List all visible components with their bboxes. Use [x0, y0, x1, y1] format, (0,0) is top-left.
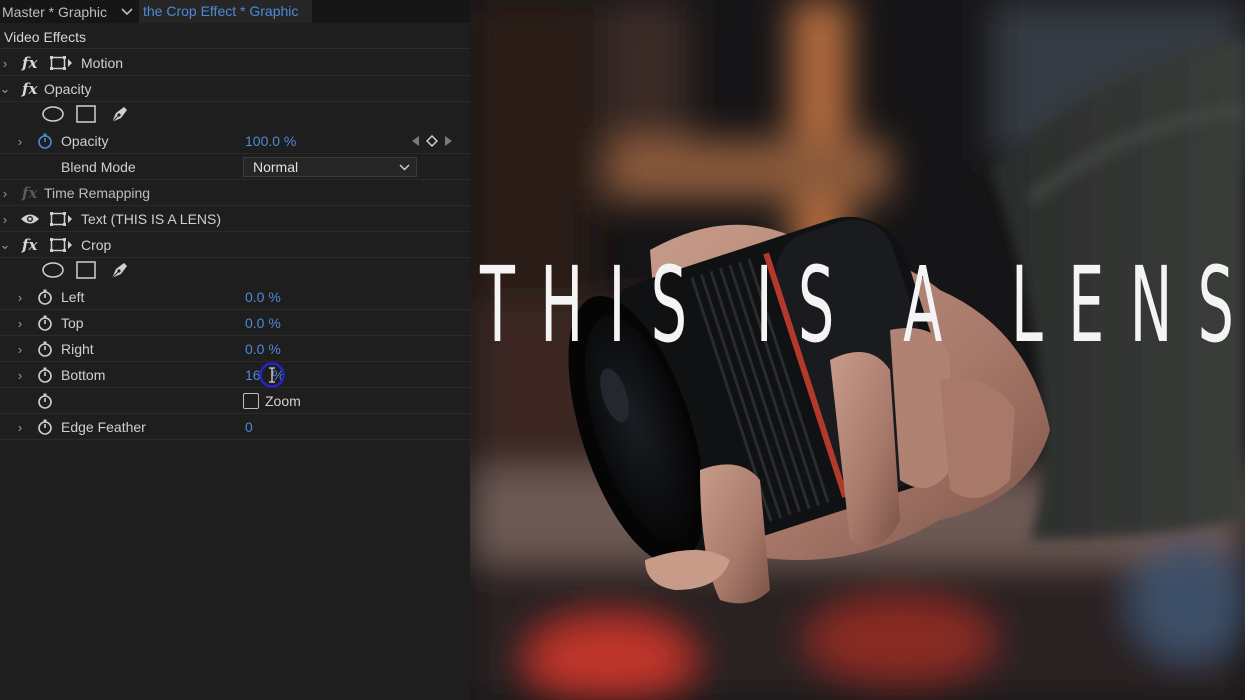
effect-label-crop: Crop: [81, 237, 112, 253]
zoom-checkbox-wrapper: [243, 388, 259, 414]
chevron-right-icon[interactable]: ›: [0, 206, 10, 232]
fx-icon[interactable]: fx: [22, 180, 37, 206]
blend-mode-value: Normal: [253, 159, 299, 175]
chevron-right-icon[interactable]: ›: [15, 128, 25, 154]
transform-icon[interactable]: [49, 50, 73, 76]
eye-icon[interactable]: [20, 206, 40, 232]
mask-tools-opacity: [0, 101, 470, 127]
property-label-right: Right: [61, 341, 94, 357]
property-label-edge-feather: Edge Feather: [61, 419, 146, 435]
fx-icon[interactable]: fx: [22, 76, 37, 102]
transform-icon[interactable]: [49, 232, 73, 258]
opacity-value[interactable]: 100.0 %: [245, 128, 296, 154]
tab-master-clip[interactable]: Master * Graphic: [0, 4, 115, 20]
ellipse-mask-icon[interactable]: [41, 257, 65, 283]
property-row-right[interactable]: › Right 0.0 %: [0, 336, 470, 362]
chevron-right-icon[interactable]: ›: [15, 310, 25, 336]
effect-row-crop[interactable]: ⌄ fx Crop: [0, 232, 470, 258]
chevron-right-icon[interactable]: ›: [15, 414, 25, 440]
property-row-bottom[interactable]: › Bottom 16 %: [0, 362, 470, 388]
tab-active-clip[interactable]: the Crop Effect * Graphic: [139, 0, 313, 23]
chevron-right-icon[interactable]: ›: [15, 336, 25, 362]
chevron-down-icon[interactable]: [115, 7, 139, 16]
property-label-left: Left: [61, 289, 85, 305]
rectangle-mask-icon[interactable]: [76, 257, 96, 283]
mouse-cursor-ring: [258, 362, 286, 388]
effect-label-time-remapping: Time Remapping: [44, 185, 151, 201]
property-row-opacity[interactable]: › Opacity 100.0 %: [0, 128, 470, 154]
property-label-blend-mode: Blend Mode: [61, 159, 136, 175]
video-effects-header: Video Effects: [0, 23, 470, 49]
ellipse-mask-icon[interactable]: [41, 101, 65, 127]
property-label-bottom: Bottom: [61, 367, 106, 383]
fx-icon[interactable]: fx: [22, 50, 37, 76]
effect-row-time-remapping[interactable]: › fx Time Remapping: [0, 180, 470, 206]
chevron-down-icon[interactable]: ⌄: [0, 76, 10, 102]
transform-icon[interactable]: [49, 206, 73, 232]
chevron-right-icon[interactable]: ›: [15, 284, 25, 310]
stopwatch-icon[interactable]: [37, 362, 53, 388]
property-row-zoom: Zoom: [0, 388, 470, 414]
chevron-down-icon: [399, 163, 410, 171]
stopwatch-icon-active[interactable]: [37, 128, 53, 154]
effect-controls-panel: Master * Graphic the Crop Effect * Graph…: [0, 0, 470, 700]
right-value[interactable]: 0.0 %: [245, 336, 281, 362]
next-keyframe-icon[interactable]: [444, 136, 452, 146]
property-row-top[interactable]: › Top 0.0 %: [0, 310, 470, 336]
edge-feather-value[interactable]: 0: [245, 414, 253, 440]
stopwatch-icon[interactable]: [37, 414, 53, 440]
stopwatch-icon[interactable]: [37, 284, 53, 310]
property-label-top: Top: [61, 315, 84, 331]
overlay-title-text: THIS IS A LENS: [480, 244, 1245, 366]
zoom-checkbox[interactable]: [243, 393, 259, 409]
mask-tools-crop: [0, 257, 470, 283]
rectangle-mask-icon[interactable]: [76, 101, 96, 127]
add-keyframe-icon[interactable]: [426, 135, 438, 147]
top-value[interactable]: 0.0 %: [245, 310, 281, 336]
blend-mode-dropdown[interactable]: Normal: [243, 157, 417, 177]
chevron-right-icon[interactable]: ›: [0, 180, 10, 206]
previous-keyframe-icon[interactable]: [412, 136, 420, 146]
keyframe-navigator: [412, 128, 452, 154]
property-label-opacity: Opacity: [61, 133, 109, 149]
effect-row-text[interactable]: › Text (THIS IS A LENS): [0, 206, 470, 232]
effect-label-motion: Motion: [81, 55, 124, 71]
stopwatch-icon[interactable]: [37, 336, 53, 362]
chevron-down-icon[interactable]: ⌄: [0, 232, 10, 258]
property-row-left[interactable]: › Left 0.0 %: [0, 284, 470, 310]
effect-label-opacity: Opacity: [44, 81, 92, 97]
fx-icon[interactable]: fx: [22, 232, 37, 258]
effect-row-opacity[interactable]: ⌄ fx Opacity: [0, 76, 470, 102]
stopwatch-icon[interactable]: [37, 310, 53, 336]
pen-mask-icon[interactable]: [109, 257, 131, 283]
property-row-blend-mode: Blend Mode Normal: [0, 154, 470, 180]
property-row-edge-feather[interactable]: › Edge Feather 0: [0, 414, 470, 440]
effect-row-motion[interactable]: › fx Motion: [0, 50, 470, 76]
chevron-right-icon[interactable]: ›: [15, 362, 25, 388]
left-value[interactable]: 0.0 %: [245, 284, 281, 310]
chevron-right-icon[interactable]: ›: [0, 50, 10, 76]
panel-tab-bar: Master * Graphic the Crop Effect * Graph…: [0, 0, 470, 23]
pen-mask-icon[interactable]: [109, 101, 131, 127]
program-monitor: THIS IS A LENS: [470, 0, 1245, 700]
zoom-label: Zoom: [265, 393, 301, 409]
stopwatch-icon[interactable]: [37, 388, 53, 414]
effect-label-text: Text (THIS IS A LENS): [81, 211, 222, 227]
